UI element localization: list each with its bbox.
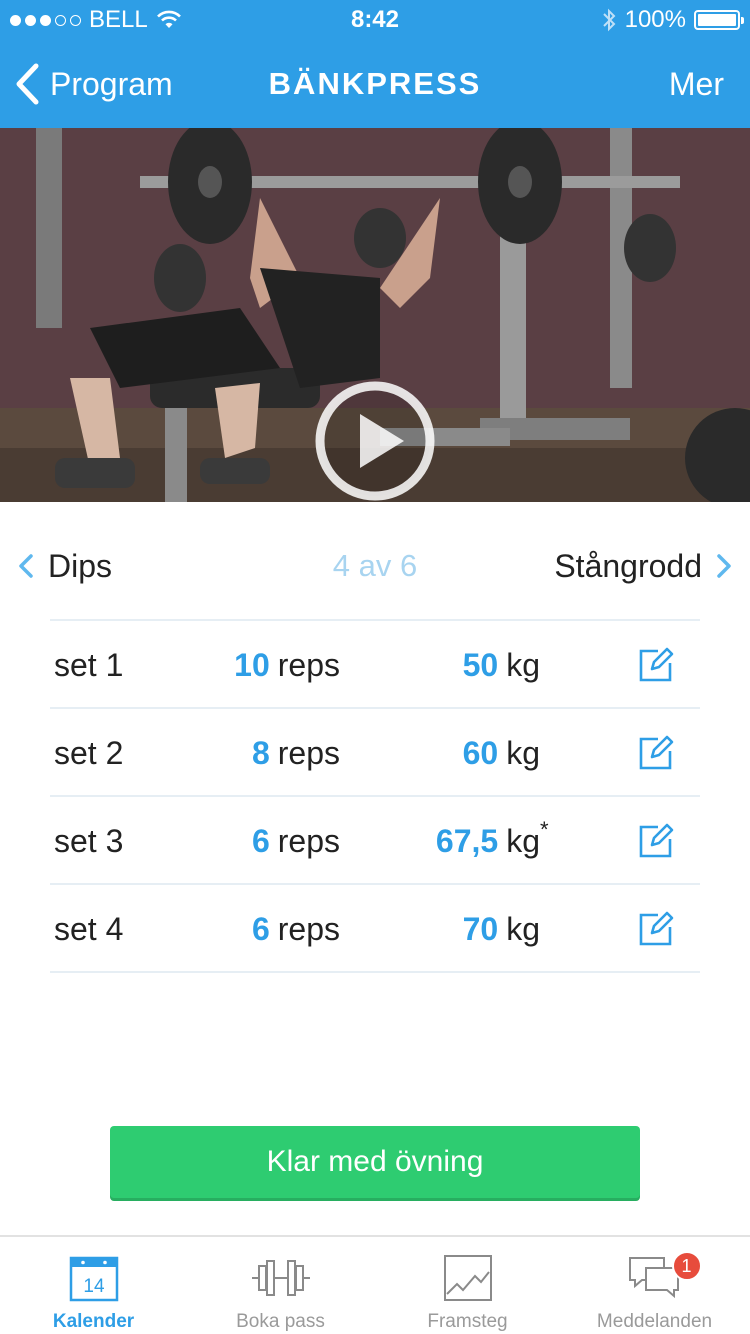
chevron-left-icon (19, 554, 33, 578)
exercise-video[interactable] (0, 128, 750, 502)
weight-unit: kg (506, 911, 540, 948)
tab-meddelanden[interactable]: 1 Meddelanden (561, 1237, 748, 1334)
bluetooth-icon (602, 8, 616, 32)
set-weight: 50 kg (380, 621, 540, 709)
set-weight: 67,5 kg * (380, 797, 549, 885)
set-label: set 3 (54, 822, 124, 859)
weight-value: 70 (462, 910, 499, 947)
weight-value: 50 (462, 646, 499, 683)
dumbbell-icon (250, 1253, 312, 1303)
notification-badge: 1 (671, 1251, 702, 1281)
weight-unit-label: kg (506, 734, 540, 771)
tab-label: Meddelanden (596, 1311, 713, 1332)
set-reps: 6 reps (190, 885, 340, 973)
tab-kalender[interactable]: 14 Kalender (0, 1237, 187, 1334)
reps-unit: reps (277, 646, 340, 683)
back-button[interactable]: Program (14, 40, 173, 128)
weight-unit: kg * (506, 817, 548, 860)
weight-unit-label: kg (506, 822, 540, 859)
signal-icon (10, 14, 81, 26)
set-row: set 1 10 reps 50 kg (50, 621, 700, 709)
carrier-label: BELL (89, 6, 148, 33)
set-label: set 1 (54, 646, 124, 683)
set-label: set 2 (54, 734, 124, 771)
set-reps: 10 reps (190, 621, 340, 709)
reps-value: 10 (234, 646, 270, 683)
weight-value: 67,5 (435, 822, 499, 859)
back-button-label: Program (50, 65, 173, 102)
next-exercise-button[interactable]: Stångrodd (554, 530, 732, 602)
set-row: set 4 6 reps 70 kg (50, 885, 700, 973)
set-row: set 3 6 reps 67,5 kg * (50, 797, 700, 885)
more-button[interactable]: Mer (669, 40, 724, 128)
tab-label: Framsteg (427, 1311, 508, 1332)
weight-value: 60 (462, 734, 499, 771)
sets-list: set 1 10 reps 50 kg set 2 8 reps 60 kg s… (50, 619, 700, 973)
set-row: set 2 8 reps 60 kg (50, 709, 700, 797)
tab-boka-pass[interactable]: Boka pass (187, 1237, 374, 1334)
weight-note: * (540, 816, 549, 842)
status-right: 100% (601, 6, 744, 34)
tab-label: Boka pass (236, 1311, 325, 1332)
next-exercise-label: Stångrodd (554, 547, 702, 584)
chart-icon (443, 1253, 493, 1303)
edit-icon[interactable] (638, 911, 674, 947)
set-weight: 60 kg (380, 709, 540, 797)
reps-value: 6 (251, 822, 270, 859)
calendar-icon: 14 (69, 1253, 119, 1303)
weight-unit-label: kg (506, 646, 540, 683)
calendar-icon-graphic: 14 (69, 1256, 118, 1302)
chevron-right-icon (717, 554, 731, 578)
weight-unit: kg (506, 647, 540, 684)
status-left: BELL (10, 6, 182, 34)
previous-exercise-label: Dips (48, 547, 113, 584)
nav-bar: Program BÄNKPRESS Mer (0, 40, 750, 128)
chevron-left-icon (16, 63, 39, 105)
finish-exercise-button[interactable]: Klar med övning (110, 1126, 640, 1198)
edit-icon[interactable] (638, 647, 674, 683)
reps-value: 8 (251, 734, 270, 771)
weight-unit: kg (506, 735, 540, 772)
reps-value: 6 (251, 910, 270, 947)
play-icon[interactable] (314, 380, 436, 502)
tab-bar: 14 Kalender Boka pass Framsteg 1 Meddela… (0, 1235, 750, 1334)
reps-unit: reps (277, 910, 340, 947)
reps-unit: reps (277, 822, 340, 859)
set-reps: 8 reps (190, 709, 340, 797)
set-reps: 6 reps (190, 797, 340, 885)
battery-percent: 100% (624, 6, 686, 33)
status-bar: BELL 8:42 100% (0, 0, 750, 40)
calendar-day: 14 (83, 1276, 105, 1297)
weight-unit-label: kg (506, 910, 540, 947)
wifi-icon (156, 10, 181, 28)
battery-icon (694, 10, 744, 30)
tab-label: Kalender (52, 1311, 135, 1332)
tab-framsteg[interactable]: Framsteg (374, 1237, 561, 1334)
edit-icon[interactable] (638, 823, 674, 859)
exercise-navigation: Dips 4 av 6 Stångrodd (0, 530, 750, 602)
reps-unit: reps (277, 734, 340, 771)
set-label: set 4 (54, 910, 124, 947)
set-weight: 70 kg (380, 885, 540, 973)
messages-icon: 1 (628, 1251, 702, 1303)
previous-exercise-button[interactable]: Dips (18, 530, 112, 602)
edit-icon[interactable] (638, 735, 674, 771)
